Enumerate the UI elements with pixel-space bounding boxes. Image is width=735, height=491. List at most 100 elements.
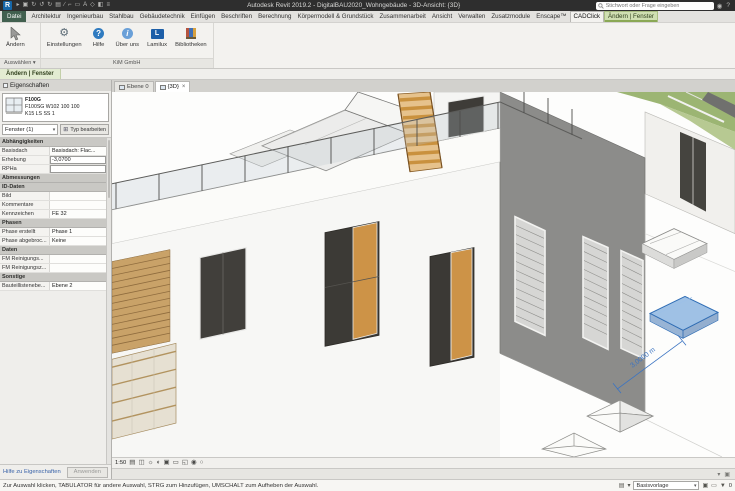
design-option-value: Basisvorlage [636,483,668,489]
property-label: Basisdach [0,147,50,155]
icon-wrap-library [186,26,196,41]
status-extra-icon[interactable]: ▣ [724,471,730,478]
button-ueber-uns[interactable]: iÜber uns [112,24,144,48]
properties-rows: AbhängigkeitenBasisdachBasisdach: Flac..… [0,138,106,464]
sync-with-central-icon[interactable]: ↻ [30,1,38,10]
close-view-icon[interactable]: × [182,84,186,90]
print-icon[interactable]: ▤ [54,1,63,10]
property-value[interactable]: FE 32 [50,210,106,218]
icon-wrap-help: ? [93,26,104,41]
button-aendern[interactable]: Ändern [2,24,29,48]
property-section-phasen: Phasen [0,219,106,228]
property-value[interactable] [50,255,106,263]
button-label: Einstellungen [47,42,82,48]
reveal-hidden-elements-icon[interactable]: ○ [200,458,204,468]
button-hilfe[interactable]: ?Hilfe [86,24,112,48]
property-value[interactable]: Basisdach: Flac... [50,147,106,155]
property-value[interactable]: Phase 1 [50,228,106,236]
design-option-select[interactable]: Basisvorlage [633,481,699,490]
scrollbar-thumb[interactable] [108,140,110,198]
app-title: Autodesk Revit 2019.2 - DigitalBAU2020_W… [112,2,594,9]
tab-einfuegen[interactable]: Einfügen [188,11,218,22]
tab-ansicht[interactable]: Ansicht [429,11,455,22]
properties-scrollbar[interactable] [106,138,111,464]
shadows-icon[interactable]: ◐ [157,458,161,468]
tab-architektur[interactable]: Architektur [28,11,64,22]
tab-enscape[interactable]: Enscape™ [533,11,569,22]
revit-logo-icon[interactable]: R [3,1,12,10]
type-name-line1: F100G [25,97,80,104]
sign-in-icon[interactable]: ◉ [715,2,725,10]
help-menu-icon[interactable]: ? [724,2,732,9]
tab-gebaeudetechnik[interactable]: Gebäudetechnik [137,11,188,22]
edit-type-button[interactable]: Typ bearbeiten [60,124,109,135]
undo-icon[interactable]: ↺ [38,1,46,10]
properties-header[interactable]: Eigenschaften [0,80,111,91]
property-row-kennzeichen: KennzeichenFE 32 [0,210,106,219]
tab-verwalten[interactable]: Verwalten [455,11,488,22]
text-icon[interactable]: A [82,1,89,10]
property-row-bauteillistenebe: Bauteillistenebe...Ebene 2 [0,282,106,291]
worksets-icon[interactable]: ▤ [619,482,625,489]
properties-help-link[interactable]: Hilfe zu Eigenschaften [3,469,61,475]
save-icon[interactable]: ▣ [21,1,30,10]
exclude-options-icon[interactable]: ▣ [702,482,708,489]
property-value[interactable] [50,192,106,200]
statusbar-right-icons: ▣▭▼ [702,482,725,489]
selection-filter-icon[interactable]: ▼ [720,483,726,489]
view-tab-3d[interactable]: {3D}× [155,81,191,92]
property-value[interactable] [50,264,106,272]
property-value[interactable] [50,201,106,209]
tab-ingenieurbau[interactable]: Ingenieurbau [64,11,106,22]
default-3d-view-icon[interactable]: ◇ [89,1,97,10]
view-tab-label: {3D} [168,84,179,90]
property-value[interactable] [50,165,106,173]
view-tab-ebene-0[interactable]: Ebene 0 [114,81,154,92]
design-options-icon[interactable]: ▾ [627,482,630,489]
status-bar: Zur Auswahl klicken, TABULATOR für ander… [0,479,735,491]
tab-zusammenarbeit[interactable]: Zusammenarbeit [376,11,428,22]
crop-view-icon[interactable]: ▭ [173,458,179,468]
background-processes-icon[interactable]: ▾ [717,471,720,478]
sun-path-icon[interactable]: ☼ [148,458,154,468]
selection-count: 0 [729,483,732,489]
tab-koerpermodell-grundstueck[interactable]: Körpermodell & Grundstück [294,11,376,22]
apply-button[interactable]: Anwenden [67,467,108,478]
type-selector-row: Fenster (1) Typ bearbeiten [0,124,111,137]
search-input[interactable] [606,3,712,9]
tab-datei[interactable]: Datei [2,11,26,22]
property-value[interactable]: -3,0700 [50,156,106,164]
type-preview[interactable]: F100G F100SG W102 100 100 K15 LS SS 1 [2,93,109,122]
view-control-bar: 1:50 ▤◫ ☼◐▣▭◱◉○ [112,457,735,468]
tab-aendern-fenster[interactable]: Ändern | Fenster [604,11,658,22]
property-row-basisdach: BasisdachBasisdach: Flac... [0,147,106,156]
search-box[interactable] [596,2,714,10]
button-lamilux[interactable]: LLamilux [143,24,171,48]
edit-type-icon [63,126,68,133]
property-label: Phase abgebroc... [0,237,50,245]
editable-only-icon[interactable]: ▭ [711,482,717,489]
button-bibliotheken[interactable]: Bibliotheken [171,24,211,48]
tab-cadclick[interactable]: CADClick [570,11,604,22]
model-view[interactable]: 3,0000 m [112,92,735,457]
section-icon[interactable]: ◧ [96,1,105,10]
tab-stahlbau[interactable]: Stahlbau [106,11,136,22]
redo-icon[interactable]: ↻ [46,1,54,10]
element-selector[interactable]: Fenster (1) [2,124,58,135]
rendering-icon[interactable]: ▣ [164,458,170,468]
tag-by-category-icon[interactable]: ▭ [73,1,82,10]
temporary-hide-isolate-icon[interactable]: ◉ [191,458,197,468]
tab-beschriften[interactable]: Beschriften [218,11,255,22]
property-value[interactable]: Ebene 2 [50,282,106,290]
property-value[interactable]: Keine [50,237,106,245]
thin-lines-icon[interactable]: ≡ [105,1,112,10]
button-einstellungen[interactable]: ⚙Einstellungen [43,24,86,48]
tab-zusatzmodule[interactable]: Zusatzmodule [488,11,533,22]
detail-level-icon[interactable]: ▤ [129,458,135,468]
scale-button[interactable]: 1:50 [115,460,126,466]
button-label: Hilfe [93,42,105,48]
show-crop-region-icon[interactable]: ◱ [182,458,188,468]
properties-body: AbhängigkeitenBasisdachBasisdach: Flac..… [0,137,111,464]
tab-berechnung[interactable]: Berechnung [255,11,294,22]
visual-style-icon[interactable]: ◫ [138,458,144,468]
